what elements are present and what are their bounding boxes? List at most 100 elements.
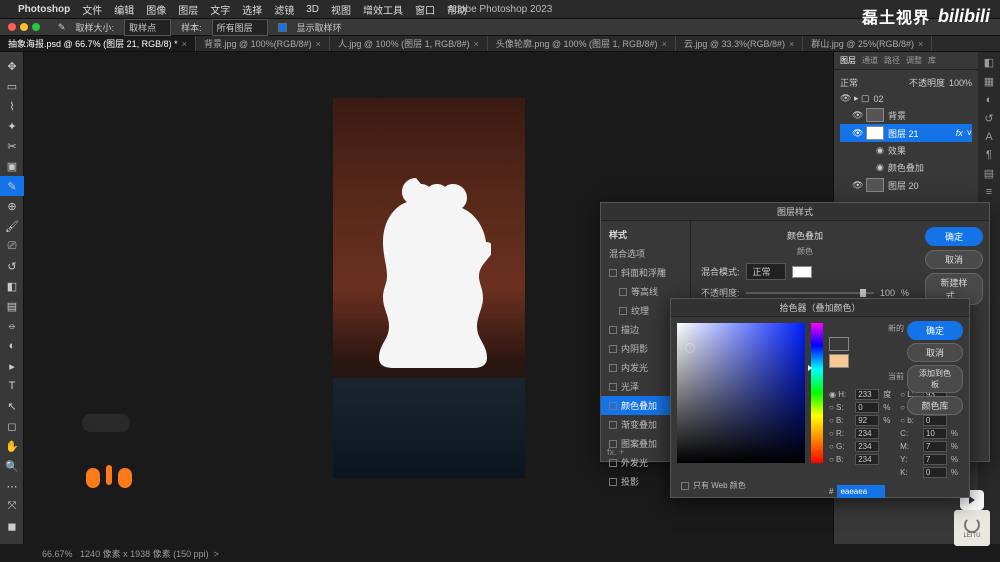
crop-tool-icon[interactable]: ✂	[0, 136, 24, 156]
traffic-lights[interactable]	[8, 23, 40, 31]
zoom-tool-icon[interactable]: 🔍	[0, 456, 24, 476]
menu-file[interactable]: 文件	[82, 2, 102, 17]
h-input[interactable]	[855, 389, 879, 400]
status-arrow-icon[interactable]: >	[214, 549, 219, 559]
gradient-tool-icon[interactable]: ▤	[0, 296, 24, 316]
opacity-slider[interactable]	[746, 292, 874, 294]
path-tool-icon[interactable]: ↖	[0, 396, 24, 416]
menu-layer[interactable]: 图层	[178, 2, 198, 17]
menu-type[interactable]: 文字	[210, 2, 230, 17]
blend-options[interactable]: 混合选项	[601, 244, 690, 263]
r-input[interactable]	[855, 428, 879, 439]
tab-3[interactable]: 头像轮廓.png @ 100% (图层 1, RGB/8#)×	[488, 36, 676, 51]
layer-folder[interactable]: 👁▸ ▢02	[840, 91, 972, 106]
layer-20[interactable]: 👁图层 20	[840, 176, 972, 194]
move-tool-icon[interactable]: ✥	[0, 56, 24, 76]
app-name[interactable]: Photoshop	[18, 4, 70, 15]
zoom-level[interactable]: 66.67%	[42, 549, 73, 559]
tab-2[interactable]: 人.jpg @ 100% (图层 1, RGB/8#)×	[330, 36, 488, 51]
type-tool-icon[interactable]: T	[0, 376, 24, 396]
more-tool-icon[interactable]: ⋯	[0, 476, 24, 496]
swatches-icon[interactable]: ▦	[984, 75, 994, 88]
char-icon[interactable]: A	[985, 131, 992, 143]
y-input[interactable]	[923, 454, 947, 465]
color-picker-dialog: 拾色器（叠加颜色） 新的 当前 ◉ H:度 ○ L: ○ S:% ○ a: ○ …	[670, 298, 970, 498]
cp-title[interactable]: 拾色器（叠加颜色）	[671, 299, 969, 317]
history-icon[interactable]: ↺	[984, 112, 993, 125]
c-input[interactable]	[923, 428, 947, 439]
cp-cancel-button[interactable]: 取消	[907, 343, 963, 362]
s-input[interactable]	[855, 402, 879, 413]
cp-ok-button[interactable]: 确定	[907, 321, 963, 340]
b-input[interactable]	[855, 415, 879, 426]
stamp-tool-icon[interactable]: ⎚	[0, 236, 24, 256]
tab-5[interactable]: 群山.jpg @ 25%(RGB/8#)×	[803, 36, 932, 51]
hex-input[interactable]	[837, 485, 885, 498]
lab-b-input[interactable]	[923, 415, 947, 426]
sample-size-select[interactable]: 取样点	[124, 19, 171, 36]
blend-mode-select[interactable]: 正常	[746, 263, 786, 280]
frame-tool-icon[interactable]: ▣	[0, 156, 24, 176]
lasso-tool-icon[interactable]: ⌇	[0, 96, 24, 116]
add-swatch-button[interactable]: 添加到色板	[907, 365, 963, 393]
show-ring-checkbox[interactable]	[278, 23, 287, 32]
menu-image[interactable]: 图像	[146, 2, 166, 17]
ok-button[interactable]: 确定	[925, 227, 983, 246]
menu-select[interactable]: 选择	[242, 2, 262, 17]
menu-view[interactable]: 视图	[331, 2, 351, 17]
menu-plugins[interactable]: 增效工具	[363, 2, 403, 17]
swap-colors-icon[interactable]: ⤧	[0, 496, 24, 516]
fg-bg-color[interactable]: ◼	[0, 516, 24, 536]
menu-3d[interactable]: 3D	[306, 4, 319, 15]
sample-select[interactable]: 所有图层	[212, 19, 268, 36]
more-icon[interactable]: ≡	[986, 186, 992, 198]
style-bevel[interactable]: 斜面和浮雕	[601, 263, 690, 282]
b2-input[interactable]	[855, 454, 879, 465]
marquee-tool-icon[interactable]: ▭	[0, 76, 24, 96]
layer-bg[interactable]: 👁背景	[840, 106, 972, 124]
overlay-color-swatch[interactable]	[792, 266, 812, 278]
disabled-button	[82, 414, 130, 432]
history-brush-icon[interactable]: ↺	[0, 256, 24, 276]
web-only-checkbox[interactable]	[681, 482, 689, 490]
color-lib-button[interactable]: 颜色库	[907, 396, 963, 415]
watermark-bili: bilibili	[938, 6, 990, 27]
menu-window[interactable]: 窗口	[415, 2, 435, 17]
eyedropper-tool-icon[interactable]: ✎	[58, 22, 66, 33]
fx-add[interactable]: fx. +	[607, 447, 624, 457]
blend-mode-row[interactable]: 正常 不透明度 100%	[840, 74, 972, 91]
eyedropper-tool-icon[interactable]: ✎	[0, 176, 24, 196]
pen-tool-icon[interactable]: ▸	[0, 356, 24, 376]
adjust-icon[interactable]: ◐	[986, 94, 993, 106]
layer-21[interactable]: 👁图层 21 fx ˅	[840, 124, 972, 142]
m-input[interactable]	[923, 441, 947, 452]
hue-slider[interactable]	[811, 323, 823, 463]
wand-tool-icon[interactable]: ✦	[0, 116, 24, 136]
menu-filter[interactable]: 滤镜	[274, 2, 294, 17]
g-input[interactable]	[855, 441, 879, 452]
layer-coloroverlay[interactable]: ◉颜色叠加	[840, 159, 972, 176]
dodge-tool-icon[interactable]: ◐	[0, 336, 24, 356]
menu-edit[interactable]: 编辑	[114, 2, 134, 17]
blur-tool-icon[interactable]: ⦵	[0, 316, 24, 336]
cancel-button[interactable]: 取消	[925, 250, 983, 269]
heal-tool-icon[interactable]: ⊕	[0, 196, 24, 216]
k-input[interactable]	[923, 467, 947, 478]
panel-tabs[interactable]: 图层 通道 路径 调整 库	[834, 52, 978, 70]
styles-header[interactable]: 样式	[601, 225, 690, 244]
tab-0[interactable]: 抽象海报.psd @ 66.7% (图层 21, RGB/8) *×	[0, 36, 196, 51]
shape-tool-icon[interactable]: ◻	[0, 416, 24, 436]
hand-tool-icon[interactable]: ✋	[0, 436, 24, 456]
color-sublabel: 颜色	[701, 246, 909, 257]
brush-tool-icon[interactable]: 🖌	[0, 216, 24, 236]
tab-1[interactable]: 背景.jpg @ 100%(RGB/8#)×	[196, 36, 330, 51]
dialog-title[interactable]: 图层样式	[601, 203, 989, 221]
lib-icon[interactable]: ▤	[984, 167, 994, 180]
color-cursor-icon[interactable]	[685, 343, 695, 353]
para-icon[interactable]: ¶	[986, 149, 992, 161]
tab-4[interactable]: 云.jpg @ 33.3%(RGB/8#)×	[676, 36, 803, 51]
layer-fx[interactable]: ◉效果	[840, 142, 972, 159]
color-field[interactable]	[677, 323, 805, 463]
color-icon[interactable]: ◧	[984, 56, 994, 69]
eraser-tool-icon[interactable]: ◧	[0, 276, 24, 296]
